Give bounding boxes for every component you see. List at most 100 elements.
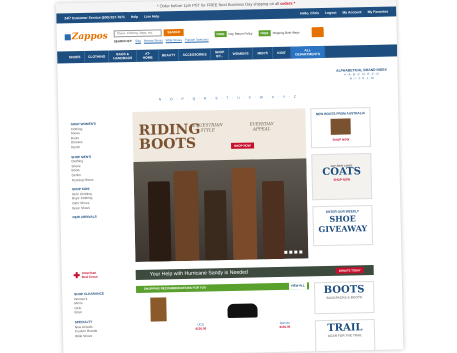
sidebar-link[interactable]: Boys': [74, 309, 134, 315]
nav-kids[interactable]: KIDS': [272, 46, 292, 60]
search-input[interactable]: [113, 28, 162, 37]
promo-coats[interactable]: our best coats COATS SHOP NOW: [311, 152, 373, 201]
promo-big-text: COATS: [322, 166, 362, 179]
promo-text: * Order before 1pm PST for FREE Next Bus…: [156, 0, 281, 9]
search-by-size[interactable]: Size: [135, 38, 141, 42]
badge-text-2: Shipping Both Ways: [272, 30, 300, 36]
recs-title: SHOPPING RECOMMENDATIONS FOR YOU: [143, 285, 207, 291]
promo-big-text: BOOTS: [323, 284, 365, 297]
red-cross-icon: [74, 272, 80, 278]
product-name: [223, 319, 263, 320]
help-link[interactable]: Help: [131, 15, 138, 19]
boot-image: [231, 167, 258, 260]
promo-big-text: SHOE GIVEAWAY: [318, 213, 368, 235]
cart-icon[interactable]: [311, 26, 324, 38]
hero-photo: [133, 158, 309, 262]
red-cross-text: Red Cross: [81, 274, 98, 280]
sidebar-heading[interactable]: NEW ARRIVALS: [72, 214, 132, 220]
hurricane-sandy-banner[interactable]: Your Help with Hurricane Sandy is Needed…: [135, 264, 374, 280]
badge-text-1: Day Return Policy: [228, 31, 253, 36]
promo-caption: NEW BOOTS FROM AUSTRALIA: [315, 111, 365, 117]
badge-free-1: FREE: [214, 30, 227, 38]
product-price: [139, 323, 179, 324]
hero-subtitle-1: EQUESTRIAN STYLE: [192, 122, 223, 133]
product-card[interactable]: Dansko $130.00: [264, 294, 305, 329]
nav-clothing[interactable]: CLOTHING: [85, 50, 110, 63]
sandy-text: Your Help with Hurricane Sandy is Needed: [149, 269, 248, 278]
product-image: [282, 294, 287, 319]
view-all-link[interactable]: VIEW ALL: [288, 282, 308, 290]
nav-at-home[interactable]: AT-HOME: [137, 49, 160, 62]
my-favorites-link[interactable]: My Favorites: [368, 10, 389, 14]
live-help-link[interactable]: Live Help: [144, 14, 159, 18]
right-promos-lower: BOOTS BACKPACKS & BOOTS TRAIL GEAR FOR T…: [313, 280, 376, 353]
carousel-dots[interactable]: [284, 250, 303, 254]
promo-cta: SHOP NOW: [332, 137, 350, 142]
boot-image: [173, 170, 200, 262]
search-by-wide[interactable]: Wide Shoes: [166, 37, 182, 41]
product-card[interactable]: UGG $120.00: [180, 296, 221, 331]
return-policy-badge[interactable]: FREE Day Return Policy: [214, 30, 253, 38]
right-promos: NEW BOOTS FROM AUSTRALIA SHOP NOW our be…: [310, 107, 374, 252]
boot-image: [147, 181, 172, 262]
product-image: [227, 303, 258, 319]
search-button[interactable]: SEARCH: [163, 28, 184, 36]
promo-tail: orders *: [280, 0, 296, 6]
sidebar: SHOP WOMEN'S Clothing Shoes Boots Dresse…: [70, 116, 132, 220]
product-price: [223, 319, 263, 320]
red-cross-logo[interactable]: American Red Cross: [74, 271, 98, 279]
sidebar-link[interactable]: Boys' Shoes: [72, 205, 132, 211]
sidebar-link[interactable]: Denim: [71, 144, 131, 150]
nav-all-departments[interactable]: ALL DEPARTMENTS: [290, 45, 326, 59]
brand-index: ALPHABETICAL BRAND INDEX # · A · B · C ·…: [331, 68, 391, 81]
search-by: SEARCH BY: Size Narrow Shoes Wide Shoes …: [114, 37, 209, 43]
search-by-label: SEARCH BY:: [113, 38, 133, 43]
hero-banner[interactable]: RIDING BOOTS EQUESTRIAN STYLE EVERYDAY A…: [132, 108, 309, 262]
product-card[interactable]: [222, 295, 262, 320]
hero-title: RIDING BOOTS: [138, 121, 201, 153]
promo-boots[interactable]: BOOTS BACKPACKS & BOOTS: [313, 280, 375, 315]
nav-bags[interactable]: BAGS & HANDBAGS: [109, 49, 138, 63]
promo-giveaway[interactable]: ENTER OUR WEEKLY SHOE GIVEAWAY: [312, 204, 374, 247]
nav-accessories[interactable]: ACCESSORIES: [179, 48, 212, 61]
donate-button[interactable]: DONATE TODAY: [335, 267, 364, 274]
hero-subtitle-2: EVERYDAY APPEAL: [249, 121, 274, 132]
product-image: [150, 297, 167, 322]
my-account-link[interactable]: My Account: [342, 10, 361, 14]
shipping-badge[interactable]: FREE Shipping Both Ways: [258, 29, 300, 37]
logo-text: Zappos: [71, 31, 108, 43]
main-content: SHOP WOMEN'S Clothing Shoes Boots Dresse…: [58, 100, 403, 353]
product-card[interactable]: [138, 297, 179, 324]
boot-image: [261, 180, 286, 260]
badge-free-2: FREE: [258, 30, 271, 37]
product-image: [198, 296, 203, 321]
browser-page: * Order before 1pm PST for FREE Next Bus…: [56, 0, 404, 353]
ugg-boot-image: [330, 118, 351, 135]
logo-mark-icon: [64, 34, 71, 41]
sidebar-link[interactable]: Running Shoes: [72, 177, 132, 183]
hero-shop-button[interactable]: SHOP NOW: [230, 142, 254, 149]
promo-trail[interactable]: TRAIL GEAR FOR THE TRAIL: [314, 318, 376, 353]
greeting: Hello, Chris: [300, 11, 320, 16]
nav-womens[interactable]: WOMEN'S: [229, 47, 254, 60]
boot-image: [203, 190, 228, 261]
nav-shop-by[interactable]: SHOP BY...: [211, 47, 230, 61]
sidebar-link[interactable]: Wide Shoes: [75, 333, 135, 339]
sidebar-lower: SHOP CLEARANCE Women's Men's Girls' Boys…: [74, 286, 135, 339]
product-price: $120.00: [195, 326, 207, 331]
product-name: [139, 323, 179, 324]
search-by-narrow[interactable]: Narrow Shoes: [144, 38, 163, 42]
logout-link[interactable]: Logout: [325, 11, 337, 15]
nav-shoes[interactable]: SHOES: [65, 50, 86, 64]
promo-new-boots[interactable]: NEW BOOTS FROM AUSTRALIA SHOP NOW: [310, 107, 372, 149]
recommendations: SHOPPING RECOMMENDATIONS FOR YOU VIEW AL…: [135, 282, 310, 346]
nav-mens[interactable]: MEN'S: [252, 47, 274, 60]
search-area: SEARCH SEARCH BY: Size Narrow Shoes Wide…: [113, 28, 209, 43]
nav-beauty[interactable]: BEAUTY: [159, 48, 180, 62]
product-price: $130.00: [279, 324, 291, 329]
recs-header: SHOPPING RECOMMENDATIONS FOR YOU VIEW AL…: [135, 282, 310, 293]
promo-caption: GEAR FOR THE TRAIL: [327, 333, 363, 338]
zappos-logo[interactable]: Zappos: [64, 31, 108, 43]
search-by-popular[interactable]: Popular Searches: [185, 37, 209, 41]
brand-index-row[interactable]: H · I · J · K · L · M: [332, 76, 392, 81]
